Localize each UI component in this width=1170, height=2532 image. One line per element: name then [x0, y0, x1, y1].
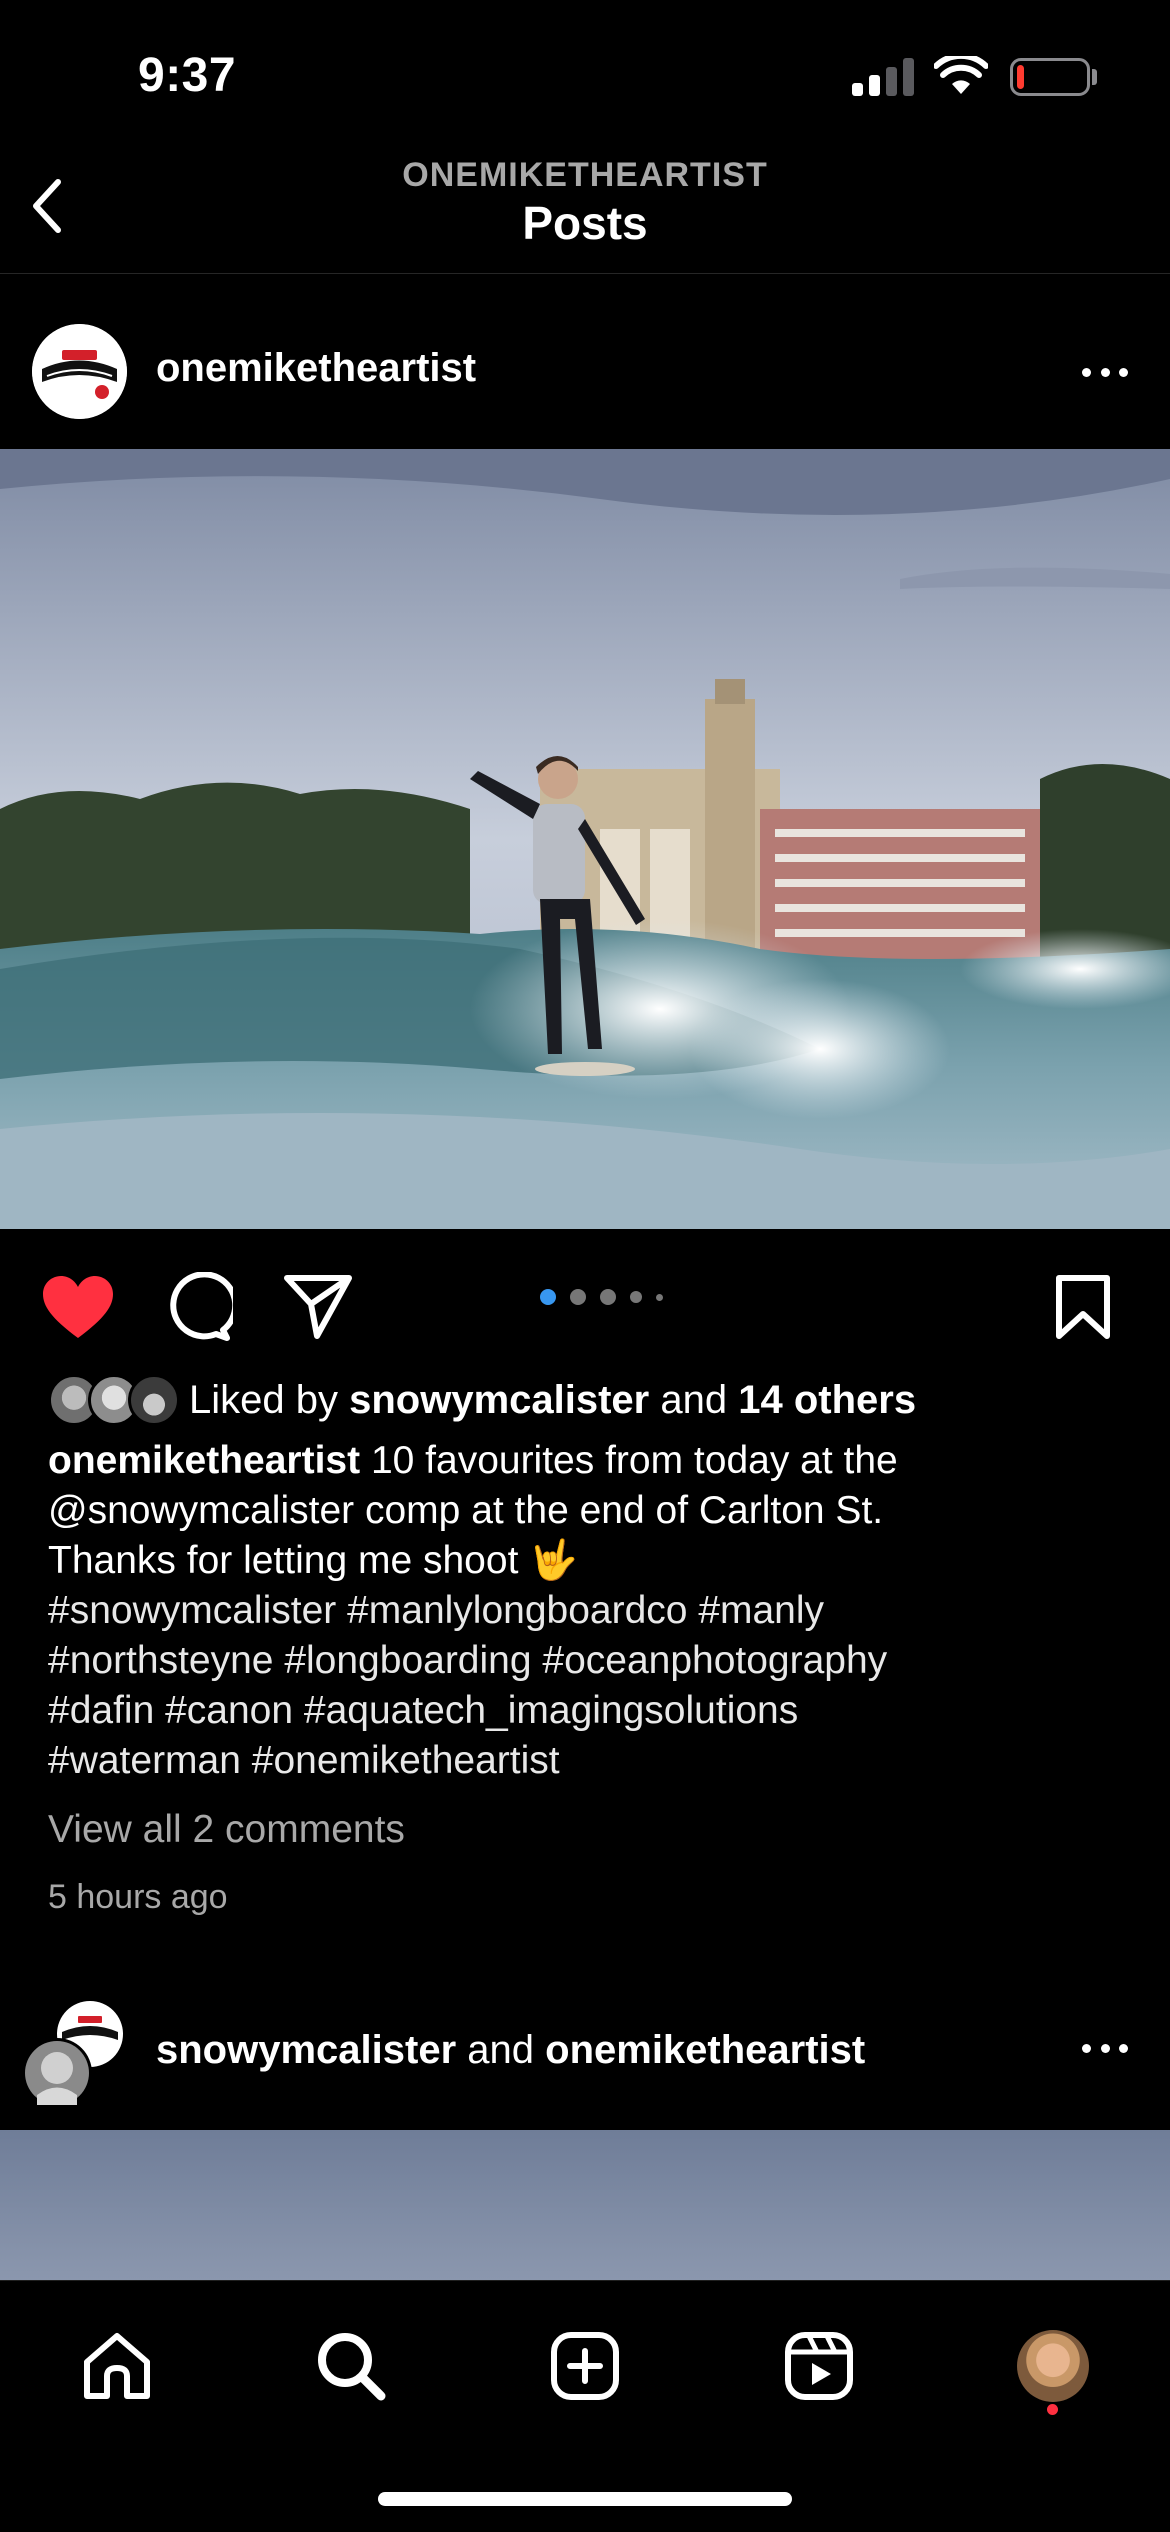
- avatar: [22, 2001, 123, 2108]
- send-icon: [284, 1275, 352, 1339]
- search-icon: [318, 2333, 386, 2401]
- page-title: Posts: [522, 197, 648, 249]
- likes-text: Liked by snowymcalister and 14 others: [189, 1378, 916, 1423]
- battery-level: [1017, 65, 1024, 89]
- bookmark-icon: [1056, 1275, 1110, 1339]
- view-comments-link[interactable]: View all 2 comments: [48, 1808, 405, 1852]
- home-icon: [84, 2333, 150, 2399]
- wifi-icon: [934, 56, 988, 94]
- avatar[interactable]: [32, 324, 127, 419]
- carousel-dot: [570, 1289, 586, 1305]
- post-caption: onemiketheartist 10 favourites from toda…: [48, 1436, 1128, 1786]
- post-collab-names: snowymcalister and onemiketheartist: [156, 2028, 865, 2073]
- more-options-button[interactable]: [1070, 352, 1140, 392]
- cellular-signal-icon: [852, 58, 916, 96]
- collab-user-1[interactable]: snowymcalister: [156, 2028, 456, 2072]
- avatar: [128, 1374, 180, 1426]
- save-button[interactable]: [1043, 1267, 1123, 1347]
- tab-home[interactable]: [72, 2321, 162, 2411]
- collab-conjunction: and: [467, 2028, 535, 2072]
- caption-text: @snowymcalister comp at the end of Carlt…: [48, 1489, 884, 1532]
- tab-create[interactable]: [540, 2321, 630, 2411]
- post-header: onemiketheartist: [0, 274, 1170, 449]
- caption-hashtags[interactable]: #waterman #onemiketheartist: [48, 1736, 1128, 1786]
- profile-avatar: [1017, 2330, 1089, 2402]
- caption-hashtags[interactable]: #northsteyne #longboarding #oceanphotogr…: [48, 1636, 1128, 1686]
- caption-text: 10 favourites from today at the: [370, 1439, 898, 1482]
- post-image[interactable]: [0, 2130, 1170, 2280]
- post-timestamp: 5 hours ago: [48, 1878, 228, 1916]
- battery-low-icon: [1010, 58, 1090, 96]
- caption-text: Thanks for letting me shoot 🤟: [48, 1539, 578, 1582]
- home-indicator: [378, 2492, 792, 2506]
- onemike-logo: [32, 324, 127, 419]
- carousel-dot-active: [540, 1289, 556, 1305]
- likes-prefix: Liked by: [189, 1377, 338, 1422]
- carousel-dot: [656, 1293, 663, 1301]
- comment-button[interactable]: [158, 1267, 238, 1347]
- heart-filled-icon: [43, 1276, 113, 1338]
- liker-avatars: [48, 1372, 183, 1428]
- status-time: 9:37: [138, 49, 237, 102]
- battery-cap: [1092, 69, 1097, 85]
- post-actions: [0, 1229, 1170, 1369]
- header-account-name: ONEMIKETHEARTIST: [402, 156, 768, 194]
- post-image[interactable]: [0, 449, 1170, 1229]
- caption-hashtags[interactable]: #snowymcalister #manlylongboardco #manly: [48, 1586, 1128, 1636]
- reels-icon: [785, 2332, 853, 2400]
- post-header: snowymcalister and onemiketheartist: [0, 1990, 1170, 2130]
- share-button[interactable]: [278, 1267, 358, 1347]
- carousel-indicator: [540, 1287, 663, 1307]
- tab-profile[interactable]: [1008, 2321, 1098, 2411]
- page-header: ONEMIKETHEARTIST Posts: [0, 150, 1170, 274]
- comment-icon: [170, 1272, 233, 1341]
- collab-user-2[interactable]: onemiketheartist: [545, 2028, 865, 2072]
- liker-username[interactable]: snowymcalister: [349, 1378, 649, 1422]
- more-options-button[interactable]: [1070, 2028, 1140, 2068]
- like-button[interactable]: [38, 1267, 118, 1347]
- collab-avatars[interactable]: [20, 2000, 130, 2110]
- tab-search[interactable]: [306, 2321, 396, 2411]
- caption-hashtags[interactable]: #dafin #canon #aquatech_imagingsolutions: [48, 1686, 1128, 1736]
- plus-square-icon: [551, 2332, 619, 2400]
- caption-author[interactable]: onemiketheartist: [48, 1439, 360, 1482]
- likes-conjunction: and: [660, 1377, 728, 1422]
- notification-dot: [1047, 2404, 1058, 2415]
- surfer-photo: [0, 449, 1170, 1229]
- carousel-dot: [600, 1289, 616, 1305]
- likes-others[interactable]: 14 others: [738, 1378, 916, 1422]
- status-bar: 9:37: [0, 0, 1170, 150]
- more-horizontal-icon: [1082, 367, 1091, 377]
- more-horizontal-icon: [1082, 2043, 1091, 2053]
- post-username[interactable]: onemiketheartist: [156, 346, 476, 391]
- likes-row[interactable]: Liked by snowymcalister and 14 others: [48, 1368, 916, 1432]
- carousel-dot: [630, 1291, 642, 1303]
- tab-reels[interactable]: [774, 2321, 864, 2411]
